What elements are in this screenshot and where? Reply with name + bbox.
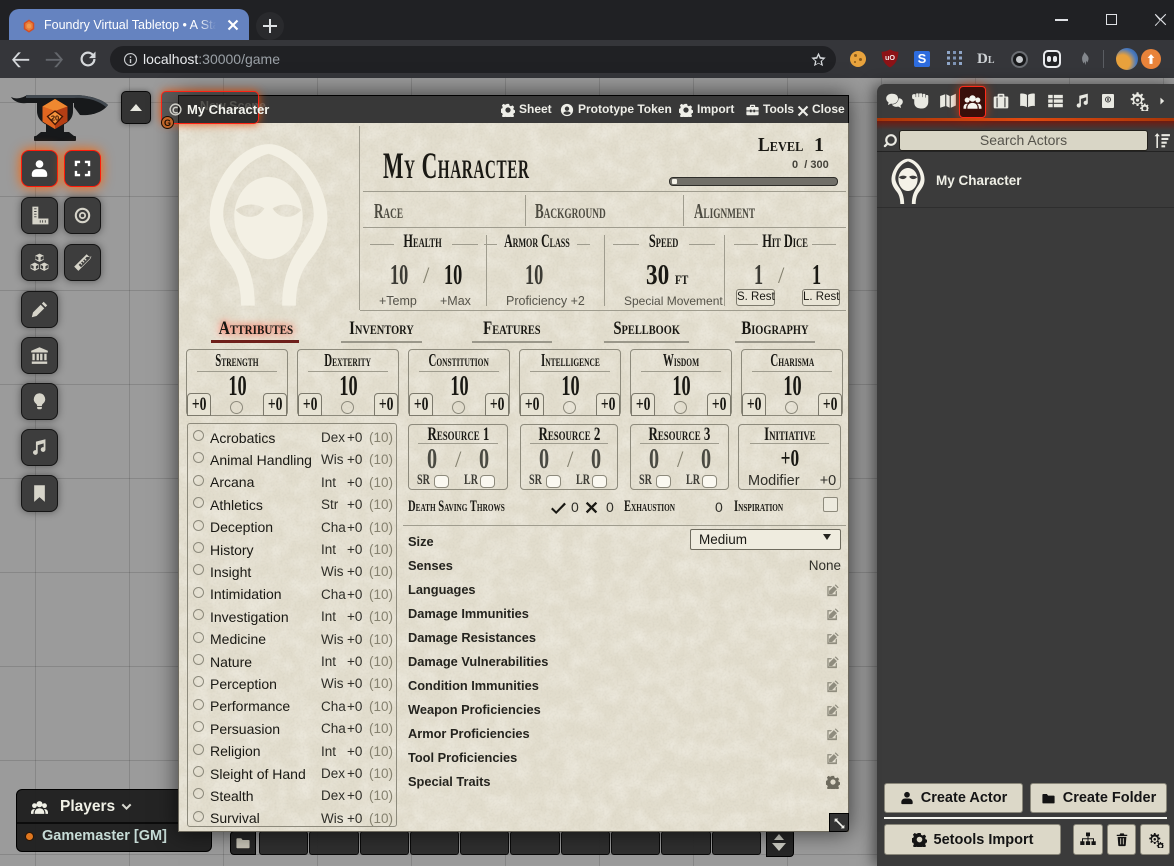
svg-text:uO: uO <box>885 53 895 62</box>
svg-text:20: 20 <box>51 114 59 123</box>
